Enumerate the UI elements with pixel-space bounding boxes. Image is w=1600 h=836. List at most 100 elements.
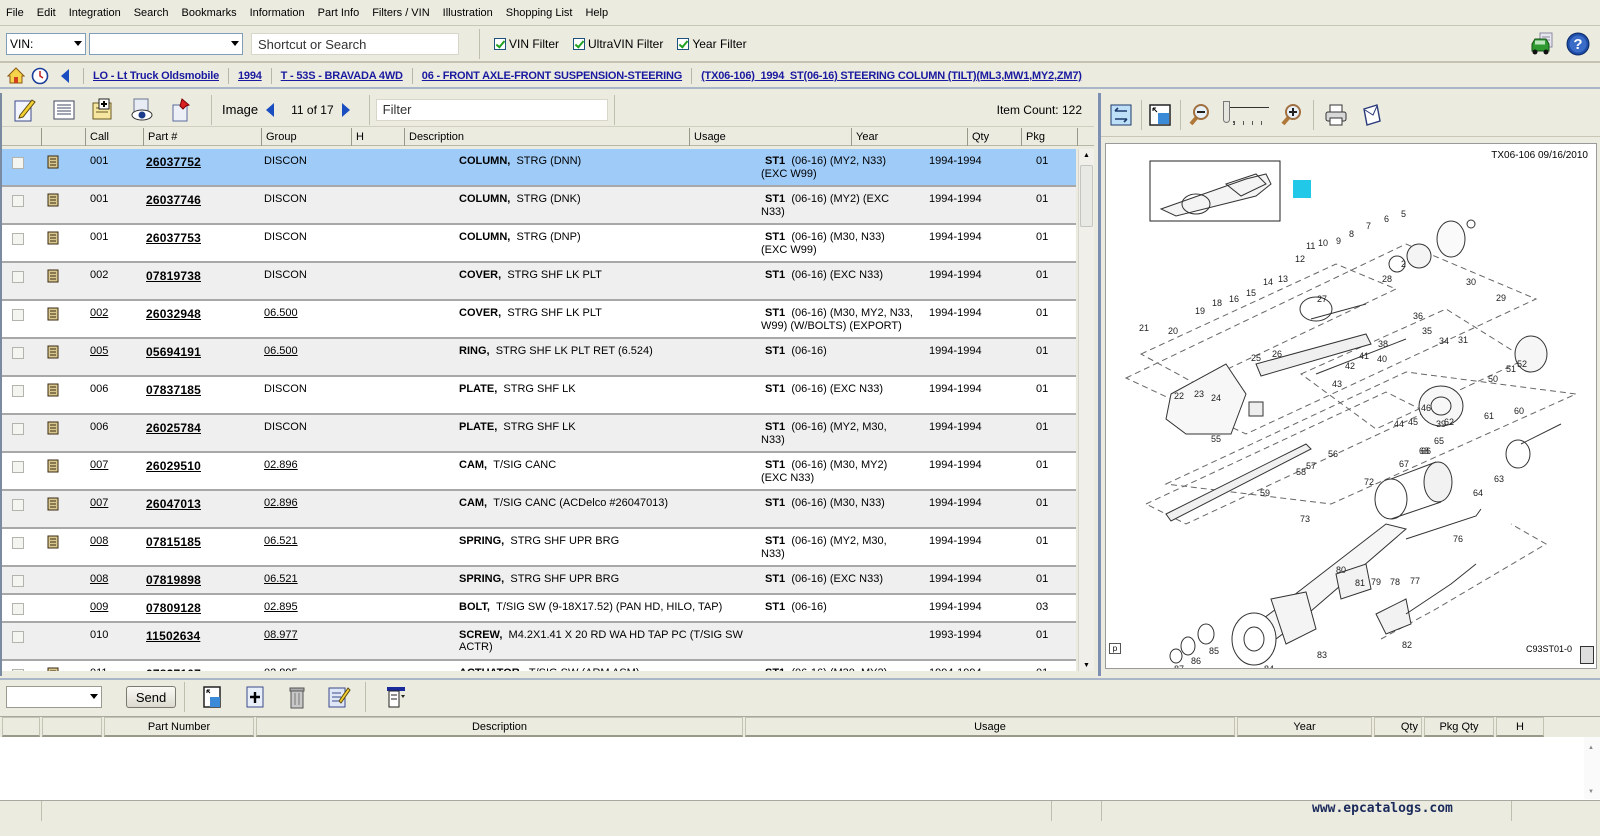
part-number-link[interactable]: 26037746 xyxy=(144,187,262,223)
callout-label[interactable]: 59 xyxy=(1260,488,1270,498)
menu-item-illustration[interactable]: Illustration xyxy=(443,7,493,19)
document-icon[interactable] xyxy=(46,459,60,476)
part-number-link[interactable]: 26047013 xyxy=(144,491,262,527)
table-row[interactable]: 007 26047013 02.896 CAM, T/SIG CANC (ACDelc… xyxy=(2,491,1076,529)
shop-column-h[interactable]: H xyxy=(1496,717,1544,737)
list-view-icon[interactable] xyxy=(49,96,79,124)
zoom-slider[interactable] xyxy=(1221,100,1271,129)
part-number-link[interactable]: 26029510 xyxy=(144,453,262,489)
notes-icon[interactable] xyxy=(10,96,40,124)
row-checkbox[interactable] xyxy=(12,157,24,169)
scroll-thumb[interactable] xyxy=(1080,165,1093,227)
callout-label[interactable]: 77 xyxy=(1410,576,1420,586)
callout-label[interactable]: 51 xyxy=(1506,364,1516,374)
callout-label[interactable]: 55 xyxy=(1211,434,1221,444)
shortcut-search-input[interactable]: Shortcut or Search xyxy=(251,33,459,55)
view-illustration-icon[interactable] xyxy=(127,96,157,124)
part-number-link[interactable]: 07827107 xyxy=(144,661,262,671)
row-checkbox[interactable] xyxy=(12,271,24,283)
calculator-icon[interactable] xyxy=(1580,646,1594,664)
callout-label[interactable]: 6 xyxy=(1384,214,1389,224)
menu-item-edit[interactable]: Edit xyxy=(37,7,56,19)
menu-item-part-info[interactable]: Part Info xyxy=(318,7,360,19)
breadcrumb-link[interactable]: (TX06-106) 1994 ST(06-16) STEERING COLUM… xyxy=(701,70,1082,82)
menu-item-bookmarks[interactable]: Bookmarks xyxy=(182,7,237,19)
callout-label[interactable]: 50 xyxy=(1488,374,1498,384)
shopping-scrollbar[interactable]: ▲ ▼ xyxy=(1584,737,1600,799)
columns-icon[interactable] xyxy=(382,683,410,711)
group-cell[interactable]: 02.895 xyxy=(262,595,405,621)
row-checkbox[interactable] xyxy=(12,347,24,359)
callout-label[interactable]: 61 xyxy=(1484,411,1494,421)
group-cell[interactable]: 06.500 xyxy=(262,301,405,337)
send-button[interactable]: Send xyxy=(126,686,176,708)
shop-column-qty[interactable]: Qty xyxy=(1374,717,1422,737)
vehicle-icon[interactable] xyxy=(1528,30,1558,58)
call-cell[interactable]: 002 xyxy=(86,301,144,337)
next-image-icon[interactable] xyxy=(338,100,354,120)
callout-label[interactable]: 7 xyxy=(1366,221,1371,231)
callout-label[interactable]: 76 xyxy=(1453,534,1463,544)
breadcrumb-link[interactable]: LO - Lt Truck Oldsmobile xyxy=(93,70,219,82)
shop-column-pkg-qty[interactable]: Pkg Qty xyxy=(1424,717,1494,737)
column-header-pkg[interactable]: Pkg xyxy=(1022,128,1078,146)
group-cell[interactable]: 06.500 xyxy=(262,339,405,375)
callout-label[interactable]: 15 xyxy=(1246,288,1256,298)
callout-label[interactable]: 5 xyxy=(1401,209,1406,219)
menu-item-integration[interactable]: Integration xyxy=(69,7,121,19)
document-icon[interactable] xyxy=(46,193,60,210)
menu-item-search[interactable]: Search xyxy=(134,7,169,19)
row-checkbox[interactable] xyxy=(12,461,24,473)
row-checkbox[interactable] xyxy=(12,499,24,511)
row-checkbox[interactable] xyxy=(12,631,24,643)
scroll-down-icon[interactable]: ▼ xyxy=(1588,789,1594,795)
filter-ultravin-filter[interactable]: UltraVIN Filter xyxy=(573,37,663,51)
part-number-link[interactable]: 26037753 xyxy=(144,225,262,261)
part-number-link[interactable]: 26032948 xyxy=(144,301,262,337)
callout-label[interactable]: 38 xyxy=(1378,339,1388,349)
column-header-qty[interactable]: Qty xyxy=(968,128,1022,146)
menu-item-file[interactable]: File xyxy=(6,7,24,19)
callout-label[interactable]: 80 xyxy=(1336,565,1346,575)
callout-label[interactable]: 44 xyxy=(1394,419,1404,429)
group-cell[interactable]: 02.896 xyxy=(262,453,405,489)
callout-label[interactable]: 82 xyxy=(1402,640,1412,650)
part-number-link[interactable]: 07809128 xyxy=(144,595,262,621)
scroll-up-icon[interactable]: ▲ xyxy=(1588,745,1594,751)
menu-item-shopping-list[interactable]: Shopping List xyxy=(506,7,573,19)
parts-scrollbar[interactable]: ▲ ▼ xyxy=(1078,149,1094,671)
menu-item-help[interactable]: Help xyxy=(585,7,608,19)
print-icon[interactable] xyxy=(1322,101,1350,129)
part-number-link[interactable]: 07815185 xyxy=(144,529,262,565)
column-header-description[interactable]: Description xyxy=(405,128,690,146)
callout-label[interactable]: 36 xyxy=(1413,311,1423,321)
menu-item-information[interactable]: Information xyxy=(250,7,305,19)
callout-label[interactable]: 26 xyxy=(1272,349,1282,359)
callout-label[interactable]: 64 xyxy=(1473,488,1483,498)
document-icon[interactable] xyxy=(46,383,60,400)
callout-label[interactable]: 40 xyxy=(1377,354,1387,364)
restore-icon[interactable] xyxy=(1146,101,1174,129)
callout-label[interactable]: 57 xyxy=(1306,461,1316,471)
group-cell[interactable]: 06.521 xyxy=(262,529,405,565)
callout-label[interactable]: 62 xyxy=(1444,417,1454,427)
callout-label[interactable]: 21 xyxy=(1139,323,1149,333)
call-cell[interactable]: 007 xyxy=(86,491,144,527)
callout-label[interactable]: 19 xyxy=(1195,306,1205,316)
row-checkbox[interactable] xyxy=(12,603,24,615)
shop-column-part-number[interactable]: Part Number xyxy=(104,717,254,737)
callout-label[interactable]: 81 xyxy=(1355,578,1365,588)
callout-label[interactable]: 86 xyxy=(1191,656,1201,666)
sync-icon[interactable] xyxy=(1107,101,1135,129)
callout-label[interactable]: 42 xyxy=(1345,361,1355,371)
part-number-link[interactable]: 05694191 xyxy=(144,339,262,375)
vin-type-select[interactable]: VIN: xyxy=(6,33,86,55)
vin-input[interactable] xyxy=(89,33,243,55)
column-header-year[interactable]: Year xyxy=(852,128,968,146)
illustration-corner-button[interactable]: p xyxy=(1109,643,1121,654)
callout-label[interactable]: 18 xyxy=(1212,298,1222,308)
menu-item-filters-vin[interactable]: Filters / VIN xyxy=(372,7,429,19)
part-number-link[interactable]: 26037752 xyxy=(144,149,262,185)
row-checkbox[interactable] xyxy=(12,575,24,587)
table-row[interactable]: 001 26037746 DISCON COLUMN, STRG (DNK) ST1 (… xyxy=(2,187,1076,225)
